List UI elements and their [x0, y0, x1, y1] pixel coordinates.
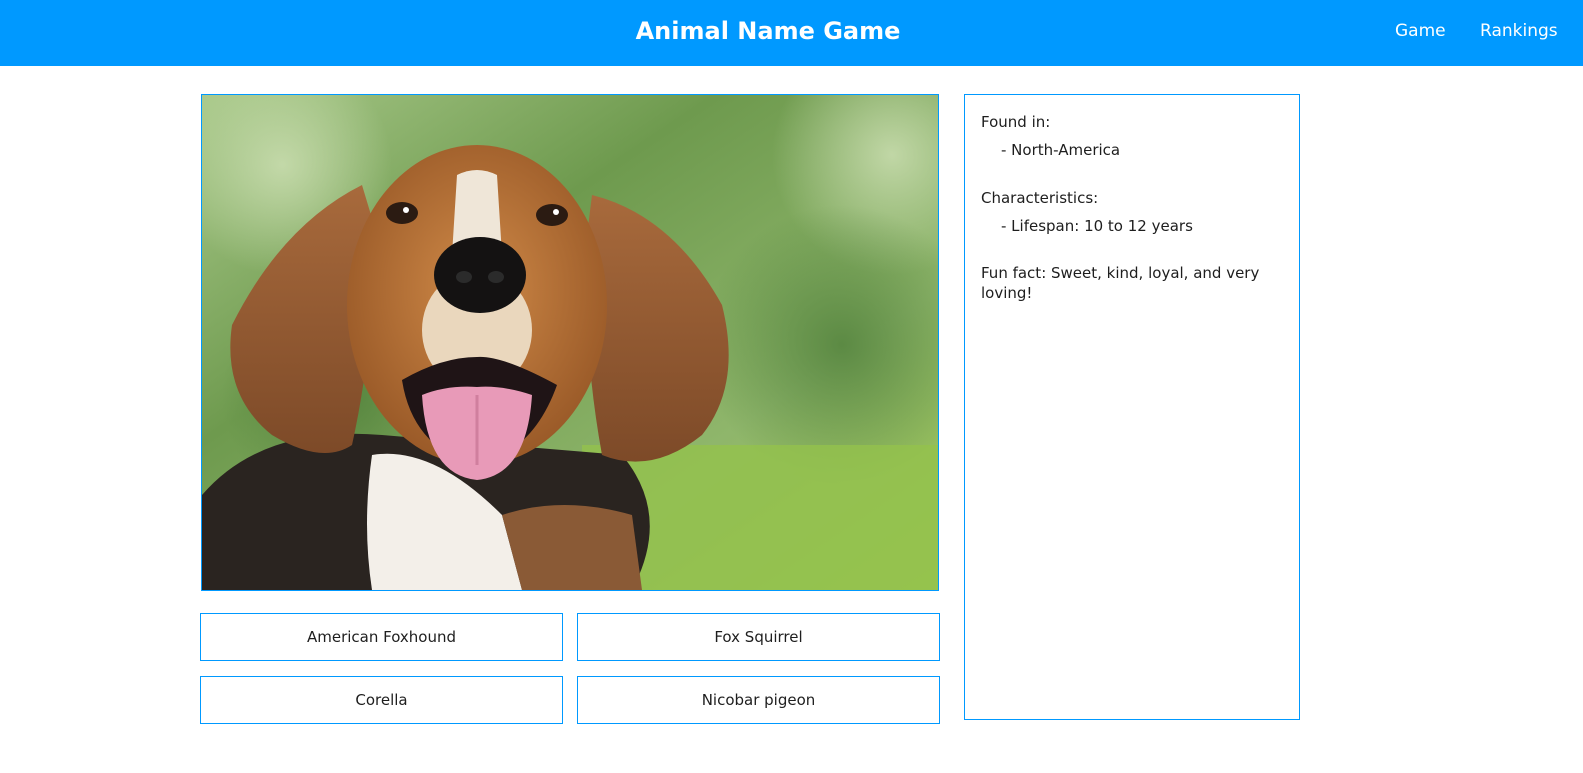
- dog-image: [202, 95, 938, 590]
- found-in-label: Found in:: [981, 113, 1051, 131]
- characteristics-label: Characteristics:: [981, 189, 1099, 207]
- nav-link-game[interactable]: Game: [1395, 19, 1446, 43]
- answer-option-2[interactable]: Fox Squirrel: [577, 613, 940, 661]
- animal-info-panel: Found in: - North-America Characteristic…: [964, 94, 1300, 720]
- nav-link-rankings[interactable]: Rankings: [1480, 19, 1558, 43]
- answer-option-3[interactable]: Corella: [200, 676, 563, 724]
- characteristics-item: - Lifespan: 10 to 12 years: [1001, 217, 1193, 235]
- top-navigation-bar: Animal Name Game Game Rankings: [0, 0, 1583, 66]
- answer-option-1[interactable]: American Foxhound: [200, 613, 563, 661]
- animal-photo: [201, 94, 939, 591]
- answer-option-4[interactable]: Nicobar pigeon: [577, 676, 940, 724]
- app-title: Animal Name Game: [635, 17, 901, 45]
- found-in-item: - North-America: [1001, 141, 1121, 159]
- fun-fact: Fun fact: Sweet, kind, loyal, and very l…: [981, 264, 1260, 302]
